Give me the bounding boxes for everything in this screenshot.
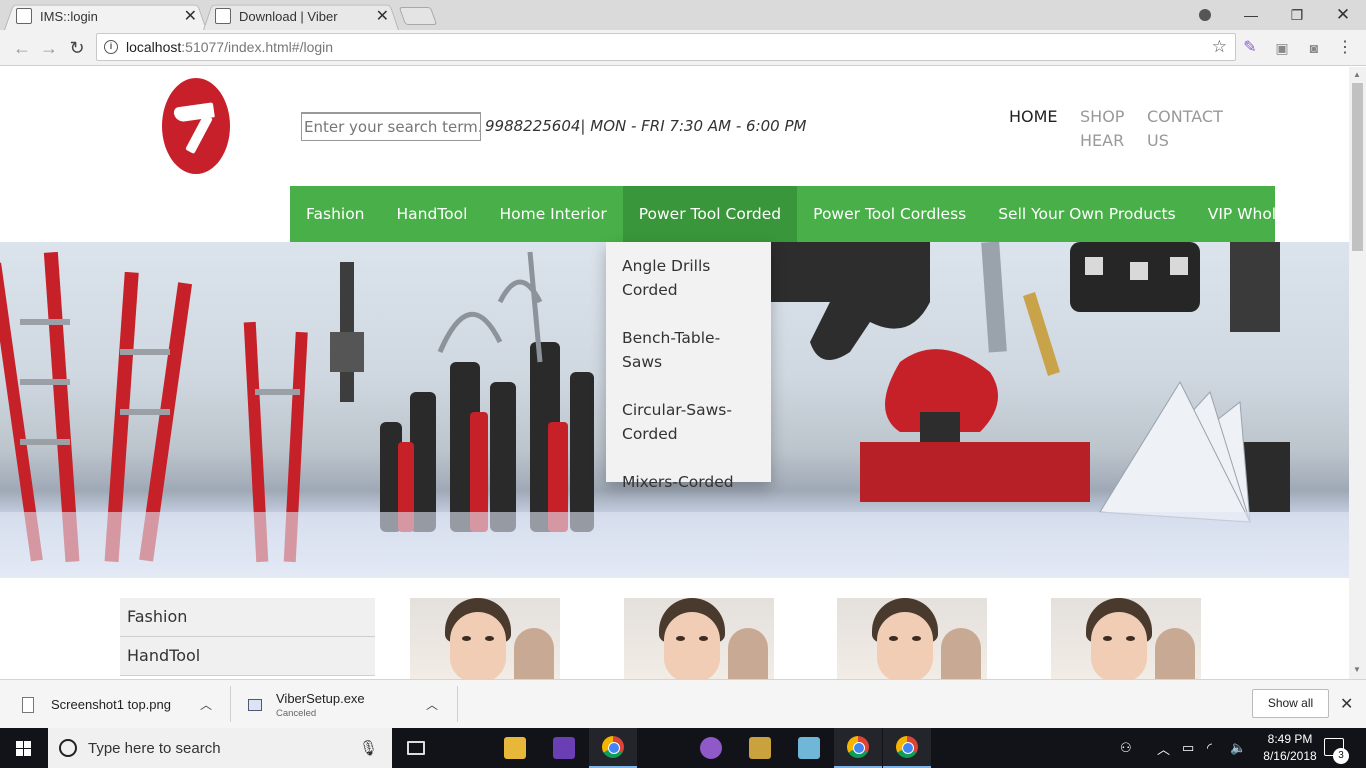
- tab-ims-login[interactable]: IMS::login ✕: [4, 2, 207, 30]
- minimize-button[interactable]: —: [1228, 0, 1274, 30]
- download-item-screenshot[interactable]: Screenshot1 top.png ︿: [22, 680, 222, 729]
- browser-toolbar: ← → ↻ i localhost:51077/index.html#/logi…: [0, 30, 1366, 66]
- notepad-app-icon[interactable]: [785, 728, 833, 768]
- nav-item-vip-wholesale[interactable]: VIP WholeSale: [1192, 186, 1335, 242]
- main-navigation: Fashion HandTool Home Interior Power Too…: [290, 186, 1319, 242]
- power-tool-corded-dropdown: Angle Drills Corded Bench-Table-Saws Cir…: [606, 242, 771, 491]
- web-page: 9988225604| MON - FRI 7:30 AM - 6:00 PM …: [0, 67, 1366, 679]
- microphone-icon[interactable]: 🎙: [359, 739, 378, 757]
- extension-icon[interactable]: ▣: [1273, 39, 1291, 57]
- clock-time: 8:49 PM: [1267, 732, 1313, 746]
- chrome-taskbar-icon[interactable]: [834, 728, 882, 768]
- file-icon: [22, 696, 34, 713]
- nav-item-power-tool-corded[interactable]: Power Tool Corded: [622, 186, 798, 242]
- product-image[interactable]: [624, 598, 774, 679]
- download-bar: Screenshot1 top.png ︿ ViberSetup.exe Can…: [0, 679, 1366, 728]
- close-window-button[interactable]: ✕: [1320, 0, 1366, 30]
- nav-home[interactable]: HOME: [1009, 105, 1058, 129]
- nav-item-home-interior[interactable]: Home Interior: [483, 186, 622, 242]
- volume-icon[interactable]: 🔈: [1230, 728, 1246, 768]
- chevron-up-icon[interactable]: ︿: [200, 696, 212, 713]
- nav-contact-us[interactable]: CONTACT US: [1147, 105, 1223, 153]
- download-status: Canceled: [276, 707, 317, 719]
- nav-item-sell-your-own-products[interactable]: Sell Your Own Products: [982, 186, 1192, 242]
- tab-title: IMS::login: [40, 8, 98, 24]
- nav-item-fashion[interactable]: Fashion: [290, 186, 381, 242]
- profile-icon: [1199, 9, 1211, 21]
- category-side-menu: Fashion HandTool: [120, 598, 375, 676]
- chevron-up-icon[interactable]: ︿: [426, 696, 438, 713]
- chrome-taskbar-icon[interactable]: [589, 728, 637, 768]
- page-scrollbar[interactable]: ▲ ▼: [1349, 67, 1366, 679]
- address-bar[interactable]: i localhost:51077/index.html#/login ☆: [96, 33, 1236, 61]
- dropdown-item-mixers-corded[interactable]: Mixers-Corded: [606, 458, 771, 506]
- url-host: localhost: [126, 39, 182, 55]
- pen-extension-icon[interactable]: ✎: [1241, 39, 1259, 57]
- dropdown-item-circular-saws-corded[interactable]: Circular-Saws- Corded: [606, 386, 771, 458]
- task-view-icon[interactable]: [392, 728, 440, 768]
- github-desktop-icon[interactable]: [687, 728, 735, 768]
- start-button[interactable]: [0, 728, 48, 768]
- side-menu-item-fashion[interactable]: Fashion: [120, 598, 375, 637]
- product-image[interactable]: [837, 598, 987, 679]
- show-all-button[interactable]: Show all: [1252, 689, 1329, 718]
- close-tab-icon[interactable]: ✕: [376, 6, 389, 26]
- visual-studio-icon[interactable]: [540, 728, 588, 768]
- wifi-icon[interactable]: ◜: [1207, 728, 1212, 768]
- bookmark-star-icon[interactable]: ☆: [1212, 37, 1227, 57]
- reload-button[interactable]: ↻: [66, 37, 88, 59]
- nav-item-handtool[interactable]: HandTool: [381, 186, 484, 242]
- download-filename: ViberSetup.exe: [276, 690, 365, 706]
- camera-extension-icon[interactable]: ◙: [1305, 39, 1323, 57]
- download-item-vibersetup[interactable]: ViberSetup.exe Canceled ︿: [248, 680, 448, 729]
- cortana-icon: [59, 739, 77, 757]
- scroll-down-arrow[interactable]: ▼: [1353, 665, 1361, 674]
- info-icon[interactable]: i: [104, 40, 118, 54]
- back-button[interactable]: ←: [11, 37, 33, 59]
- exe-file-icon: [248, 698, 262, 711]
- close-tab-icon[interactable]: ✕: [184, 6, 197, 26]
- people-icon[interactable]: ⚇: [1120, 728, 1132, 768]
- product-image[interactable]: [1051, 598, 1201, 679]
- tab-title: Download | Viber: [239, 8, 338, 24]
- tab-download-viber[interactable]: Download | Viber ✕: [203, 2, 399, 30]
- notification-count-badge: 3: [1333, 748, 1349, 764]
- windows-taskbar: Type here to search 🎙 ⚇ ︿ ▭ ◜ 🔈 8:49 PM …: [0, 728, 1366, 768]
- taskbar-search-box[interactable]: Type here to search 🎙: [48, 728, 392, 768]
- url-path: :51077/index.html#/login: [181, 39, 334, 55]
- site-logo[interactable]: [162, 78, 230, 174]
- browser-tab-strip: IMS::login ✕ Download | Viber ✕ — ❐ ✕: [0, 0, 1366, 30]
- nav-shop-hear[interactable]: SHOP HEAR: [1080, 105, 1124, 153]
- battery-icon[interactable]: ▭: [1182, 728, 1194, 768]
- taskbar-search-placeholder: Type here to search: [88, 739, 221, 757]
- dropdown-item-angle-drills-corded[interactable]: Angle Drills Corded: [606, 242, 771, 314]
- download-filename: Screenshot1 top.png: [51, 697, 171, 712]
- scrollbar-thumb[interactable]: [1352, 83, 1363, 251]
- contact-info: 9988225604| MON - FRI 7:30 AM - 6:00 PM: [485, 117, 807, 135]
- product-image[interactable]: [410, 598, 560, 679]
- chevron-up-icon[interactable]: ︿: [1157, 728, 1170, 768]
- taskbar-clock[interactable]: 8:49 PM 8/16/2018: [1256, 731, 1324, 765]
- dropdown-item-bench-table-saws[interactable]: Bench-Table-Saws: [606, 314, 771, 386]
- nav-item-power-tool-cordless[interactable]: Power Tool Cordless: [797, 186, 982, 242]
- close-download-bar-icon[interactable]: ✕: [1340, 694, 1353, 714]
- maximize-button[interactable]: ❐: [1274, 0, 1320, 30]
- search-input[interactable]: [301, 112, 481, 141]
- new-tab-button[interactable]: [398, 7, 438, 25]
- tools-app-icon[interactable]: [736, 728, 784, 768]
- profile-button[interactable]: [1182, 0, 1228, 30]
- scroll-up-arrow[interactable]: ▲: [1353, 70, 1361, 79]
- file-explorer-icon[interactable]: [491, 728, 539, 768]
- page-icon: [16, 8, 32, 24]
- chrome-taskbar-icon[interactable]: [883, 728, 931, 768]
- clock-date: 8/16/2018: [1263, 749, 1317, 763]
- menu-icon[interactable]: ⋮: [1336, 39, 1354, 57]
- page-icon: [215, 8, 231, 24]
- forward-button[interactable]: →: [38, 37, 60, 59]
- side-menu-item-handtool[interactable]: HandTool: [120, 637, 375, 676]
